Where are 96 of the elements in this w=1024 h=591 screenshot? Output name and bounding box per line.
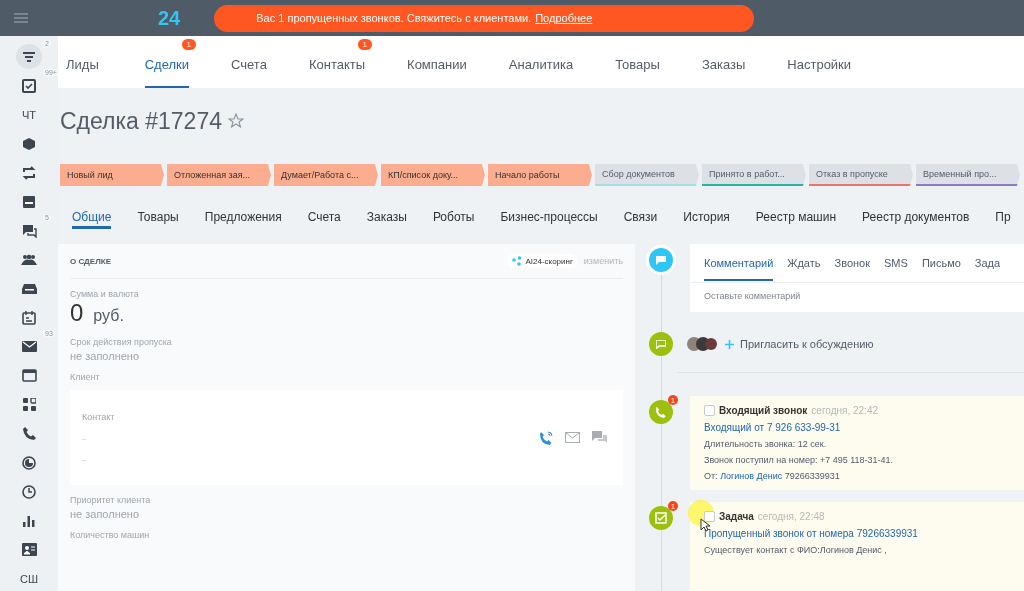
event-title: Входящий звонок bbox=[719, 405, 808, 416]
event-detail: Существует контакт с ФИО:Логинов Денис , bbox=[704, 545, 888, 555]
event-detail: Звонок поступил на номер: +7 495 118-31-41. bbox=[704, 455, 895, 465]
section-tab[interactable]: Бизнес-процессы bbox=[500, 210, 598, 226]
phone-icon bbox=[655, 406, 667, 418]
contact-link[interactable]: Логинов Денис bbox=[720, 471, 783, 481]
stage-step[interactable]: Сбор документов bbox=[595, 164, 699, 186]
editor-tab[interactable]: Зада bbox=[974, 245, 1001, 281]
count-badge: 1 bbox=[357, 39, 373, 50]
stage-step[interactable]: Временный про... bbox=[916, 164, 1020, 186]
section-tab[interactable]: Роботы bbox=[432, 210, 475, 226]
editor-tab[interactable]: Звонок bbox=[834, 245, 871, 281]
browser-icon bbox=[21, 369, 37, 382]
field-label: Срок действия пропуска bbox=[70, 337, 173, 347]
invite-link[interactable]: Пригласить к обсуждению bbox=[740, 338, 874, 350]
field-value: не заполнено bbox=[70, 350, 141, 362]
checkbox[interactable] bbox=[704, 511, 715, 522]
cube-icon bbox=[22, 136, 36, 151]
stage-step[interactable]: Отказ в пропуске bbox=[809, 164, 913, 186]
event-detail: Длительность звонка: 12 сек. bbox=[704, 439, 828, 449]
section-heading: О СДЕЛКЕ bbox=[70, 256, 112, 266]
nodes-icon bbox=[512, 256, 523, 266]
field-label: Клиент bbox=[70, 372, 101, 382]
editor-tab[interactable]: Письмо bbox=[921, 245, 961, 281]
clock-icon bbox=[22, 484, 36, 499]
scoring-button[interactable]: AI24-скоринг bbox=[507, 254, 578, 268]
chat-icon bbox=[21, 223, 37, 238]
nav-tab[interactable]: Настройки bbox=[766, 53, 873, 88]
section-tab[interactable]: Пр bbox=[995, 210, 1011, 226]
nav-tab[interactable]: Товары bbox=[594, 53, 681, 88]
sidebar-item[interactable] bbox=[16, 44, 42, 69]
phone-icon bbox=[22, 427, 36, 440]
nav-tab[interactable]: Сделки bbox=[144, 53, 190, 88]
stage-step[interactable]: Принято в работ... bbox=[702, 164, 806, 186]
stage-step[interactable]: Начало работы bbox=[488, 164, 592, 186]
group-icon bbox=[21, 253, 37, 266]
phone-icon[interactable] bbox=[539, 430, 553, 445]
mail-icon bbox=[21, 341, 37, 352]
notice-text: Вас 1 пропущенных звонков. Свяжитесь с клиентами. bbox=[256, 12, 532, 24]
window-icon bbox=[22, 194, 36, 209]
editor-tab[interactable]: SMS bbox=[884, 245, 908, 281]
contact-line: – bbox=[82, 454, 88, 464]
nav-tab[interactable]: Контакты bbox=[287, 53, 387, 88]
nav-tab[interactable]: Аналитика bbox=[487, 53, 595, 88]
sync-icon bbox=[22, 165, 36, 180]
sidebar-item[interactable]: ЧТ bbox=[16, 102, 42, 127]
task-icon bbox=[655, 512, 667, 524]
section-tab[interactable]: Общие bbox=[72, 210, 112, 226]
event-time: сегодня, 22:48 bbox=[757, 511, 825, 522]
sidebar-item[interactable]: СШ bbox=[16, 566, 42, 591]
field-value: не заполнено bbox=[70, 508, 141, 520]
drawer-icon bbox=[21, 282, 37, 295]
stage-step[interactable]: Новый лид bbox=[60, 164, 164, 186]
pie-chart-icon bbox=[22, 455, 36, 470]
nav-tab[interactable]: Счета bbox=[210, 53, 288, 88]
section-tab[interactable]: Реестр документов bbox=[862, 210, 970, 226]
section-tab[interactable]: Счета bbox=[307, 210, 341, 226]
editor-tab[interactable]: Ждать bbox=[787, 245, 821, 281]
checkbox[interactable] bbox=[704, 405, 715, 416]
currency-value: руб. bbox=[93, 307, 124, 325]
star-icon[interactable] bbox=[228, 113, 244, 129]
section-tab[interactable]: Реестр машин bbox=[755, 210, 837, 226]
stage-step[interactable]: Думает/Работа с... bbox=[274, 164, 378, 186]
comment-icon bbox=[649, 248, 673, 272]
comment-icon bbox=[649, 332, 673, 356]
field-label: Приоритет клиента bbox=[70, 495, 152, 505]
stage-step[interactable]: Отложенная зая... bbox=[167, 164, 271, 186]
section-tab[interactable]: Товары bbox=[137, 210, 179, 226]
section-tab[interactable]: История bbox=[683, 210, 730, 226]
nav-tab[interactable]: Компании bbox=[386, 53, 488, 88]
section-tab[interactable]: Предложения bbox=[204, 210, 282, 226]
event-time: сегодня, 22:42 bbox=[811, 405, 878, 416]
contact-card-icon bbox=[21, 543, 37, 556]
bar-chart-icon bbox=[23, 514, 35, 527]
editor-tab[interactable]: Комментарий bbox=[704, 245, 774, 281]
contact-label: Контакт bbox=[82, 411, 116, 422]
nav-tab[interactable]: Лиды bbox=[58, 53, 124, 88]
field-label: Сумма и валюта bbox=[70, 289, 140, 299]
filter-icon bbox=[22, 50, 36, 63]
nav-tab[interactable]: Заказы bbox=[680, 53, 767, 88]
apps-icon bbox=[22, 398, 36, 411]
amount-value: 0 bbox=[70, 299, 84, 327]
event-link[interactable]: Входящий от 7 926 633-99-31 bbox=[704, 422, 1010, 433]
deal-title: Сделка #17274 bbox=[60, 107, 222, 135]
contact-line: – bbox=[82, 433, 88, 443]
stage-step[interactable]: КП/список доку... bbox=[381, 164, 485, 186]
comment-field[interactable]: Оставьте комментарий bbox=[690, 282, 1024, 312]
task-icon bbox=[22, 78, 36, 93]
event-link[interactable]: Пропущенный звонок от номера 79266339931 bbox=[704, 528, 1010, 539]
caller-line: От: Логинов Денис 79266339931 bbox=[704, 471, 841, 481]
section-tab[interactable]: Заказы bbox=[366, 210, 407, 226]
section-tab[interactable]: Связи bbox=[623, 210, 658, 226]
field-label: Количество машин bbox=[70, 530, 151, 540]
count-badge: 1 bbox=[181, 39, 197, 50]
calendar-icon bbox=[22, 310, 36, 325]
event-title: Задача bbox=[719, 511, 754, 522]
